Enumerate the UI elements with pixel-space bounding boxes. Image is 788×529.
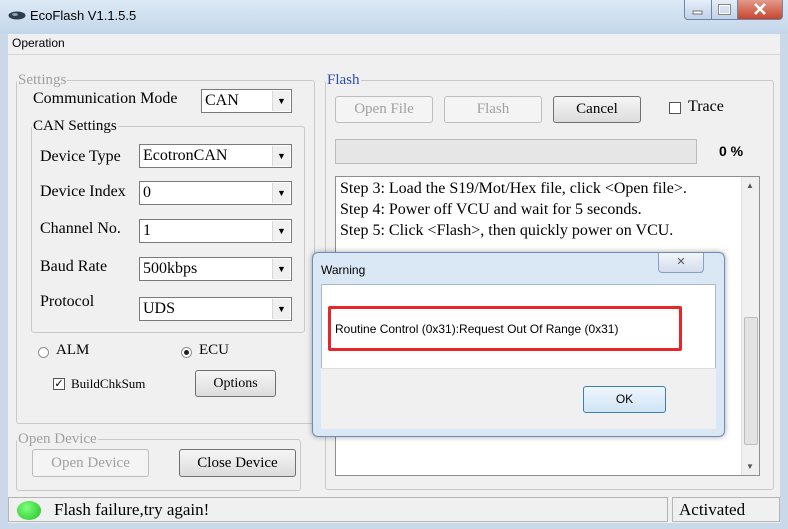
log-line: Step 3: Load the S19/Mot/Hex file, click… [340,180,687,197]
status-message: Flash failure,try again! [54,500,210,519]
status-led-icon [17,501,41,520]
dialog-title: Warning [321,263,366,277]
dialog-message: Routine Control (0x31):Request Out Of Ra… [335,322,619,336]
options-button[interactable]: Options [195,370,276,397]
device-type-label: Device Type [40,148,121,165]
channel-no-label: Channel No. [40,220,121,237]
can-settings-legend: CAN Settings [33,118,117,134]
log-line: Step 4: Power off VCU and wait for 5 sec… [340,201,642,218]
settings-legend: Settings [18,72,67,88]
protocol-select[interactable]: UDS ▼ [139,297,292,321]
maximize-icon [718,4,731,15]
window-title: EcoFlash V1.1.5.5 [30,8,137,23]
close-device-button[interactable]: Close Device [179,449,296,477]
buildchksum-label: BuildChkSum [71,376,146,391]
chevron-down-icon: ▼ [272,299,290,319]
close-window-button[interactable] [737,0,783,20]
ok-button[interactable]: OK [583,386,666,413]
flash-button[interactable]: Flash [444,96,542,123]
dialog-close-button[interactable]: ✕ [658,253,704,273]
trace-checkbox[interactable] [669,102,681,114]
chevron-down-icon: ▼ [272,221,290,241]
menu-operation[interactable]: Operation [12,36,65,50]
chevron-down-icon: ▼ [272,183,290,203]
log-line: Step 5: Click <Flash>, then quickly powe… [340,222,674,239]
channel-no-select[interactable]: 1 ▼ [139,219,292,243]
open-device-legend: Open Device [18,431,97,447]
maximize-button[interactable] [711,0,738,20]
title-bar: EcoFlash V1.1.5.5 [0,0,788,34]
progress-percent: 0 % [719,143,744,159]
open-device-button[interactable]: Open Device [32,449,149,477]
close-icon: ✕ [676,255,686,268]
app-icon [8,11,26,20]
device-type-select[interactable]: EcotronCAN ▼ [139,144,292,168]
device-index-label: Device Index [40,183,126,200]
baud-rate-value: 500kbps [143,260,198,277]
chevron-down-icon: ▼ [272,146,290,166]
communication-mode-select[interactable]: CAN ▼ [201,89,292,113]
flash-progress-bar [335,139,697,164]
alm-label: ALM [56,342,90,358]
protocol-value: UDS [143,300,176,317]
device-index-select[interactable]: 0 ▼ [139,181,292,205]
buildchksum-checkbox[interactable]: ✓ [53,378,65,390]
ecu-radio[interactable] [181,347,192,358]
scroll-thumb[interactable] [744,317,758,445]
scroll-down-icon[interactable]: ▼ [746,462,754,471]
warning-dialog: Warning ✕ Routine Control (0x31):Request… [312,252,725,437]
baud-rate-select[interactable]: 500kbps ▼ [139,257,292,281]
close-icon [754,3,766,15]
device-type-value: EcotronCAN [143,147,228,164]
flash-legend: Flash [327,72,360,88]
minimize-icon [692,10,703,15]
ecu-label: ECU [199,342,229,358]
channel-no-value: 1 [143,222,151,239]
communication-mode-value: CAN [205,92,239,109]
minimize-button[interactable] [684,0,712,20]
trace-label: Trace [688,98,724,115]
alm-radio[interactable] [38,347,49,358]
communication-mode-label: Communication Mode [33,90,178,107]
open-file-button[interactable]: Open File [335,96,433,123]
device-index-value: 0 [143,184,151,201]
chevron-down-icon: ▼ [272,91,290,111]
chevron-down-icon: ▼ [272,259,290,279]
status-message-pane: Flash failure,try again! [8,497,668,522]
status-bar: Flash failure,try again! Activated [8,497,780,523]
status-state-pane: Activated [672,497,780,522]
scroll-up-icon[interactable]: ▲ [746,181,754,190]
log-scrollbar[interactable]: ▲ ▼ [741,177,759,475]
protocol-label: Protocol [40,293,95,310]
cancel-button[interactable]: Cancel [553,96,641,123]
baud-rate-label: Baud Rate [40,258,108,275]
status-state: Activated [679,500,746,519]
menu-bar: Operation [8,34,780,55]
